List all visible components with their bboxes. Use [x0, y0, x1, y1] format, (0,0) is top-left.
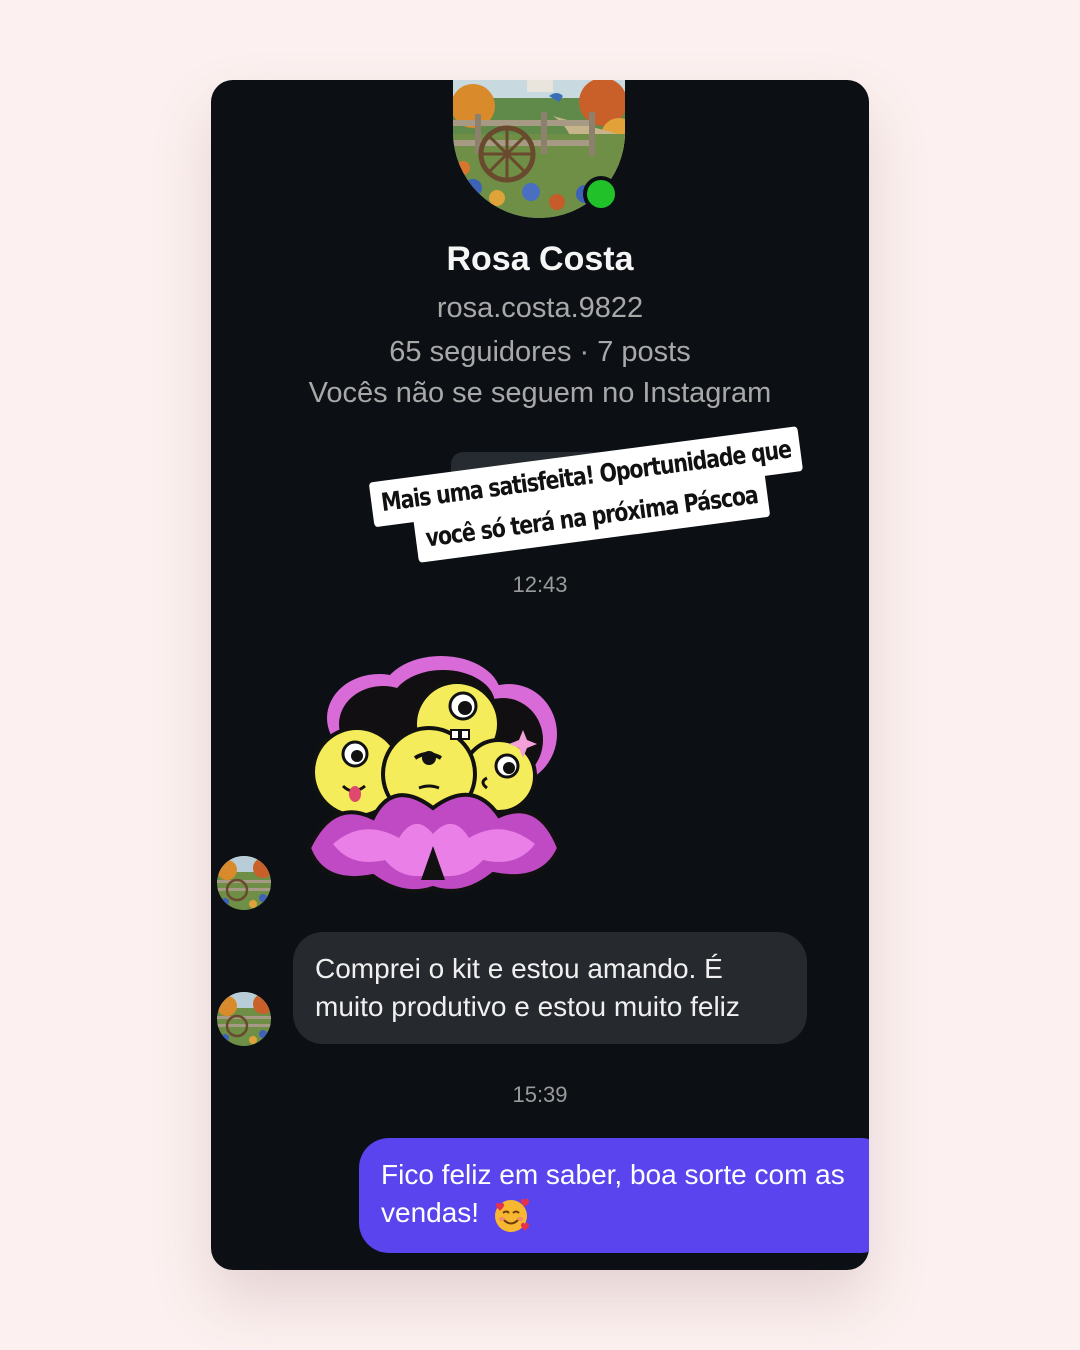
outgoing-message-bubble[interactable]: Fico feliz em saber, boa sorte com as ve… — [359, 1138, 869, 1253]
landscape-painting-image — [217, 992, 271, 1046]
profile-stats: 65 seguidores · 7 posts — [389, 336, 691, 368]
smiling-face-with-hearts-icon — [494, 1198, 529, 1232]
sender-avatar[interactable] — [217, 992, 271, 1046]
profile-name: Rosa Costa — [446, 240, 634, 278]
follow-status-note: Vocês não se seguem no Instagram — [308, 377, 772, 409]
profile-username: rosa.costa.9822 — [436, 292, 644, 324]
incoming-message-bubble[interactable]: Comprei o kit e estou amando. É muito pr… — [293, 932, 807, 1044]
chat-window: Rosa Costa rosa.costa.9822 65 seguidores… — [211, 80, 869, 1270]
landscape-painting-image — [217, 856, 271, 910]
story-caption-overlay: Mais uma satisfeita! Oportunidade que vo… — [355, 424, 822, 569]
timestamp: 12:43 — [512, 572, 568, 597]
online-status-indicator — [583, 176, 619, 212]
outgoing-message-text: Fico feliz em saber, boa sorte com as ve… — [381, 1159, 845, 1228]
sender-avatar[interactable] — [217, 856, 271, 910]
timestamp: 15:39 — [512, 1082, 568, 1107]
flower-sticker-icon[interactable] — [303, 648, 565, 896]
